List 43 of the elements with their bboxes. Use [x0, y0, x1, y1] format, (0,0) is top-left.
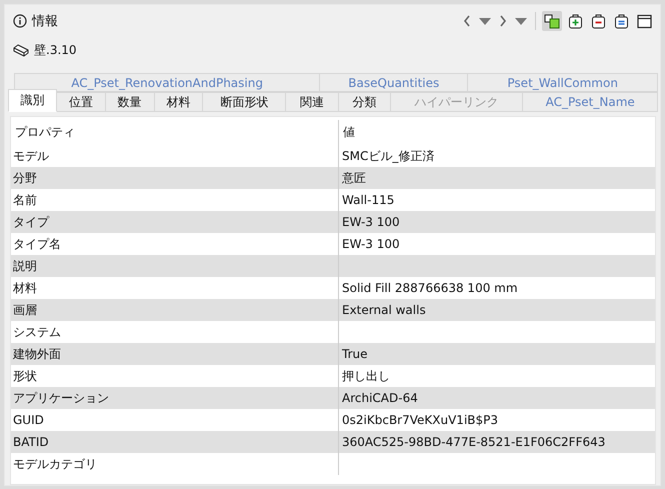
column-header[interactable]: プロパティ: [11, 120, 339, 145]
table-cell-text: External walls: [341, 302, 427, 319]
table-cell-text: EW-3 100: [341, 214, 401, 231]
table-cell-text: SMCビル_修正済: [341, 148, 436, 165]
table-cell-text: 押し出し: [341, 368, 391, 385]
table-cell: BATID: [11, 431, 339, 453]
highlight-button[interactable]: [542, 11, 562, 31]
window-icon[interactable]: [637, 14, 652, 28]
table-cell: 分野: [11, 167, 339, 189]
table-cell-text: 360AC525-98BD-477E-8521-E1F06C2FF643: [341, 434, 606, 451]
table-cell-text: 意匠: [341, 170, 367, 187]
table-cell-text: True: [341, 346, 368, 363]
add-bag-icon[interactable]: [568, 13, 583, 29]
table-cell: モデルカテゴリ: [11, 453, 339, 475]
table-cell: 説明: [11, 255, 339, 277]
tab[interactable]: 材料: [154, 92, 204, 112]
remove-bag-icon[interactable]: [591, 13, 606, 29]
table-cell: アプリケーション: [11, 387, 339, 409]
list-bag-icon[interactable]: [614, 13, 629, 29]
table-cell-text: EW-3 100: [341, 236, 401, 253]
tab[interactable]: 断面形状: [203, 92, 286, 112]
table-cell-text: Wall-115: [341, 192, 396, 209]
tab[interactable]: 位置: [56, 92, 106, 112]
info-icon: [13, 14, 27, 28]
dropdown-icon[interactable]: [515, 18, 527, 24]
table-cell: タイプ: [11, 211, 339, 233]
object-label: 壁.3.10: [34, 42, 77, 58]
back-icon[interactable]: [463, 15, 471, 27]
table-cell-text: 0s2iKbcBr7VeKXuV1iB$P3: [341, 412, 500, 429]
tab[interactable]: 分類: [338, 92, 391, 112]
panel-title: 情報: [32, 13, 58, 30]
table-cell-text: Solid Fill 288766638 100 mm: [341, 280, 519, 297]
cubes-icon: [544, 13, 560, 29]
tab[interactable]: 関連: [286, 92, 339, 112]
table-cell: 建物外面: [11, 343, 339, 365]
table-cell-text: ArchiCAD-64: [341, 390, 419, 407]
forward-icon[interactable]: [499, 15, 507, 27]
tab[interactable]: 識別: [8, 89, 57, 112]
tab[interactable]: 数量: [106, 92, 155, 112]
dropdown-icon[interactable]: [479, 18, 491, 24]
table-cell: 画層: [11, 299, 339, 321]
wall-icon: [13, 44, 29, 56]
column-header[interactable]: 値: [339, 120, 655, 145]
